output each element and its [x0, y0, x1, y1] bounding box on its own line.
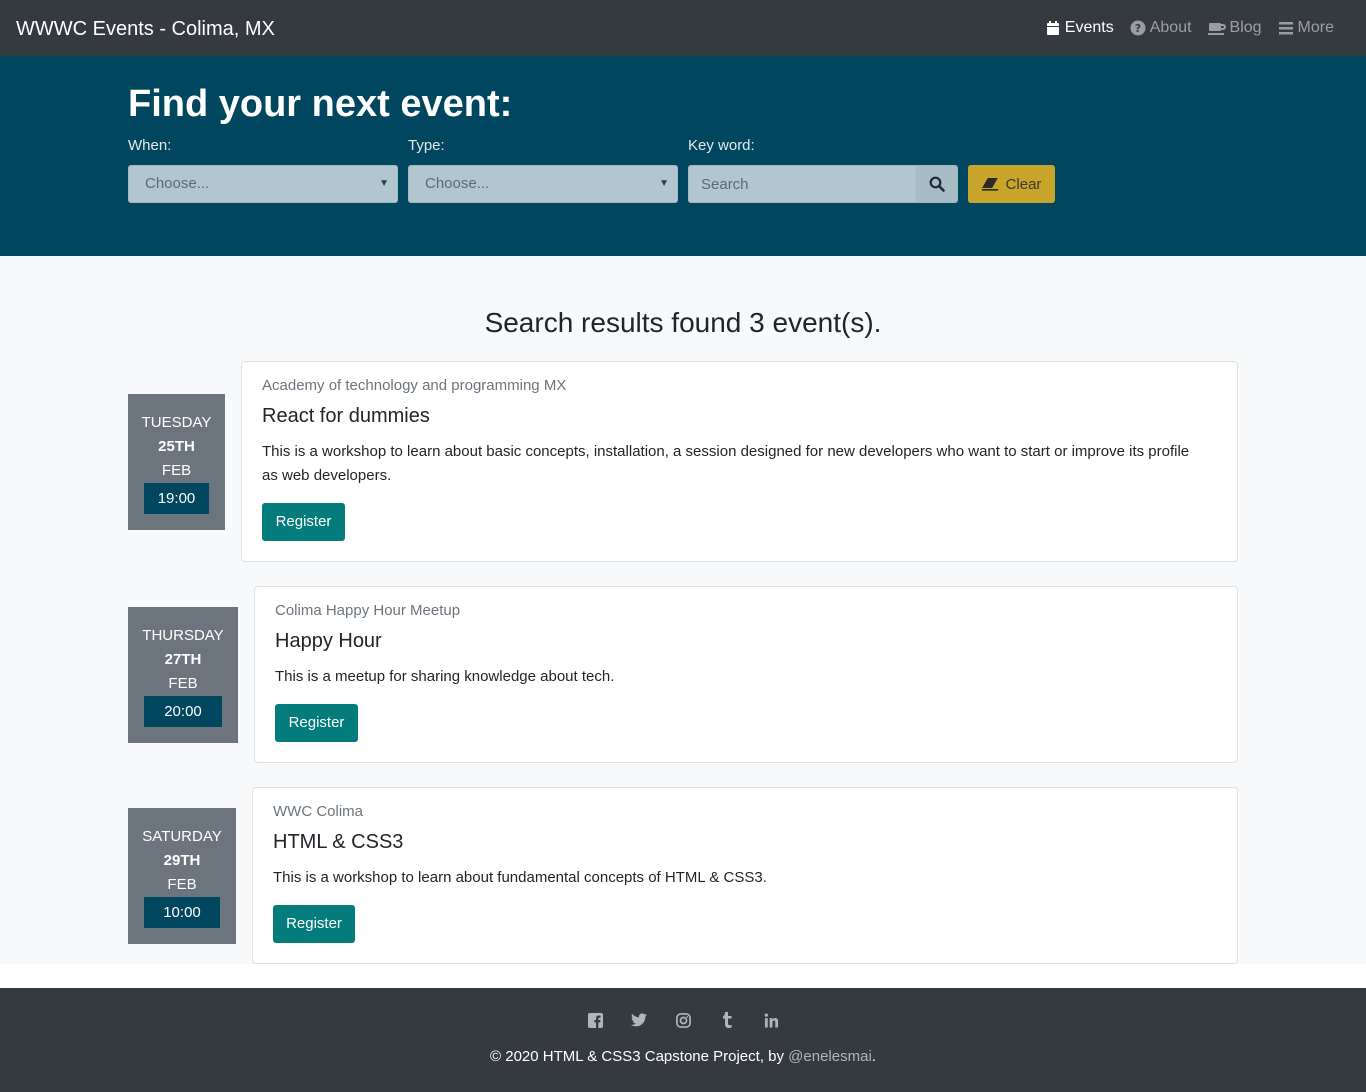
results-section: Search results found 3 event(s). TUESDAY…: [0, 256, 1366, 964]
event-organizer: Academy of technology and programming MX: [262, 377, 567, 394]
copyright-label: © 2020 HTML & CSS3 Capstone Project, by: [490, 1048, 789, 1065]
event-time: 20:00: [144, 696, 222, 727]
page-footer: © 2020 HTML & CSS3 Capstone Project, by …: [0, 988, 1366, 1092]
register-button[interactable]: Register: [273, 905, 355, 943]
question-circle-icon: ?: [1130, 20, 1146, 36]
nav-item-about[interactable]: ? About: [1130, 18, 1192, 38]
event-month: FEB: [168, 675, 198, 692]
type-label: Type:: [408, 137, 445, 154]
event-description: This is a workshop to learn about fundam…: [273, 869, 767, 886]
nav-item-more[interactable]: More: [1278, 18, 1334, 38]
register-button[interactable]: Register: [262, 503, 345, 541]
event-organizer: Colima Happy Hour Meetup: [275, 602, 461, 619]
nav-menu: Events ? About Blog More: [1045, 18, 1334, 38]
event-date-box: TUESDAY 25TH FEB 19:00: [128, 394, 225, 530]
nav-item-blog[interactable]: Blog: [1207, 18, 1262, 38]
when-label: When:: [128, 137, 172, 154]
author-link[interactable]: @enelesmai: [788, 1048, 872, 1065]
type-select[interactable]: Choose... ▼: [408, 165, 678, 203]
event-weekday: SATURDAY: [142, 828, 222, 845]
event-day: 25TH: [158, 438, 195, 455]
event-card: WWC Colima HTML & CSS3 This is a worksho…: [252, 787, 1238, 964]
social-links: [0, 1012, 1366, 1028]
type-select-value: Choose...: [425, 175, 490, 192]
nav-item-events[interactable]: Events: [1045, 18, 1114, 38]
clear-label: Clear: [1005, 175, 1042, 193]
top-navbar: WWWC Events - Colima, MX Events ? About …: [0, 0, 1366, 56]
facebook-icon[interactable]: [587, 1012, 603, 1028]
search-icon: [929, 176, 945, 192]
nav-label-more: More: [1297, 19, 1334, 36]
coffee-cup-icon: [1207, 23, 1226, 35]
event-description: This is a meetup for sharing knowledge a…: [275, 668, 615, 685]
when-select-value: Choose...: [145, 175, 210, 192]
nav-label-events: Events: [1064, 19, 1114, 36]
event-title: Happy Hour: [275, 630, 382, 652]
search-button[interactable]: [916, 165, 958, 203]
hamburger-icon: [1278, 22, 1293, 35]
twitter-icon[interactable]: [631, 1012, 647, 1028]
hero-title: Find your next event:: [128, 83, 513, 125]
nav-label-about: About: [1149, 19, 1192, 36]
event-day: 29TH: [163, 852, 201, 869]
clear-button[interactable]: Clear: [968, 165, 1055, 203]
instagram-icon[interactable]: [675, 1012, 691, 1028]
caret-down-icon: ▼: [379, 178, 389, 189]
event-time: 19:00: [144, 483, 209, 514]
event-date-box: SATURDAY 29TH FEB 10:00: [128, 808, 236, 944]
calendar-icon: [1046, 21, 1059, 35]
copyright-text: © 2020 HTML & CSS3 Capstone Project, by …: [0, 1047, 1366, 1067]
event-month: FEB: [167, 876, 197, 893]
keyword-label: Key word:: [688, 137, 755, 154]
keyword-search-group: [688, 165, 958, 203]
svg-text:?: ?: [1135, 22, 1141, 35]
event-month: FEB: [161, 462, 192, 479]
when-select[interactable]: Choose... ▼: [128, 165, 398, 203]
event-date-box: THURSDAY 27TH FEB 20:00: [128, 607, 238, 743]
event-description: This is a workshop to learn about basic …: [262, 443, 1190, 484]
results-title: Search results found 3 event(s).: [484, 307, 882, 338]
eraser-icon: [981, 178, 998, 191]
event-time: 10:00: [144, 897, 220, 928]
tumblr-icon[interactable]: [719, 1012, 735, 1028]
event-organizer: WWC Colima: [273, 803, 363, 820]
event-weekday: THURSDAY: [142, 627, 224, 644]
register-button[interactable]: Register: [275, 704, 358, 742]
search-hero: Find your next event: When: Choose... ▼ …: [0, 56, 1366, 256]
event-card: Academy of technology and programming MX…: [241, 361, 1238, 562]
brand-title[interactable]: WWWC Events - Colima, MX: [16, 17, 275, 41]
event-weekday: TUESDAY: [141, 414, 212, 431]
event-title: React for dummies: [262, 405, 430, 427]
search-input[interactable]: [688, 165, 916, 203]
linkedin-icon[interactable]: [763, 1012, 779, 1028]
event-card: Colima Happy Hour Meetup Happy Hour This…: [254, 586, 1238, 763]
nav-label-blog: Blog: [1229, 19, 1262, 36]
event-day: 27TH: [164, 651, 202, 668]
copyright-period: .: [871, 1048, 876, 1065]
event-title: HTML & CSS3: [273, 831, 404, 853]
caret-down-icon: ▼: [659, 178, 669, 189]
